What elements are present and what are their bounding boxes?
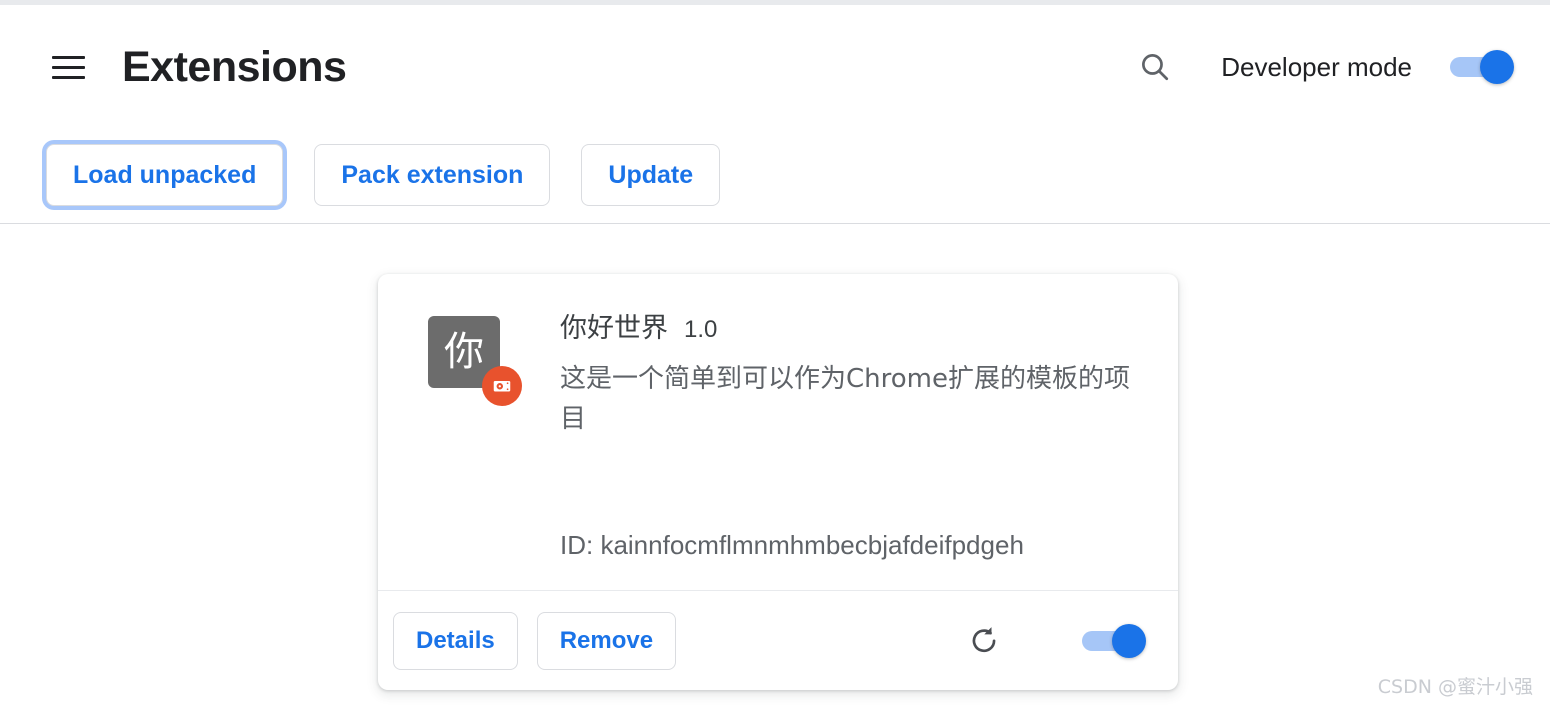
extension-icon-wrapper: 你	[428, 316, 522, 406]
developer-mode-label: Developer mode	[1221, 51, 1412, 82]
extension-actions-row: Load unpacked Pack extension Update	[46, 144, 721, 206]
pack-extension-button[interactable]: Pack extension	[314, 144, 551, 206]
developer-mode-toggle[interactable]	[1450, 50, 1514, 84]
extension-id: ID: kainnfocmflmnmhmbecbjafdeifpdgeh	[560, 530, 1024, 560]
watermark: CSDN @蜜汁小强	[1377, 676, 1533, 698]
extension-description: 这是一个简单到可以作为Chrome扩展的模板的项目	[560, 363, 1130, 435]
details-button[interactable]: Details	[393, 611, 518, 670]
extension-footer-right	[962, 619, 1146, 663]
extension-card-body: 你 你好世界 1.0 这是一个简单到可以作为Chrome扩展的模板的项目	[378, 274, 1178, 439]
extension-enabled-toggle[interactable]	[1082, 623, 1146, 658]
extension-name: 你好世界	[560, 313, 668, 344]
extension-version: 1.0	[684, 316, 718, 343]
extension-card: 你 你好世界 1.0 这是一个简单到可以作为Chrome扩展的模板的项目 ID:…	[378, 274, 1178, 690]
toggle-knob	[1112, 623, 1146, 658]
remove-button[interactable]: Remove	[536, 611, 677, 670]
toolbar-main-row: Extensions Developer mode	[0, 31, 1550, 103]
page-title: Extensions	[122, 42, 347, 91]
hamburger-line	[51, 65, 85, 69]
extensions-content: 你 你好世界 1.0 这是一个简单到可以作为Chrome扩展的模板的项目 ID:…	[0, 225, 1550, 708]
toggle-knob	[1480, 50, 1514, 84]
extensions-toolbar: Extensions Developer mode Load unpacked …	[0, 5, 1550, 224]
unpacked-extension-icon	[482, 366, 522, 406]
hamburger-menu-icon[interactable]	[47, 46, 89, 88]
search-icon[interactable]	[1133, 45, 1177, 89]
update-button[interactable]: Update	[581, 144, 721, 206]
extension-name-row: 你好世界 1.0	[560, 312, 1144, 346]
load-unpacked-button[interactable]: Load unpacked	[46, 144, 284, 206]
reload-icon[interactable]	[962, 619, 1006, 663]
hamburger-line	[51, 75, 85, 79]
hamburger-line	[51, 55, 85, 59]
extension-footer-buttons: Details Remove	[393, 611, 677, 670]
toolbar-right-group: Developer mode	[1133, 45, 1514, 89]
extension-text-block: 你好世界 1.0 这是一个简单到可以作为Chrome扩展的模板的项目	[560, 312, 1144, 439]
extension-card-footer: Details Remove	[378, 590, 1178, 690]
